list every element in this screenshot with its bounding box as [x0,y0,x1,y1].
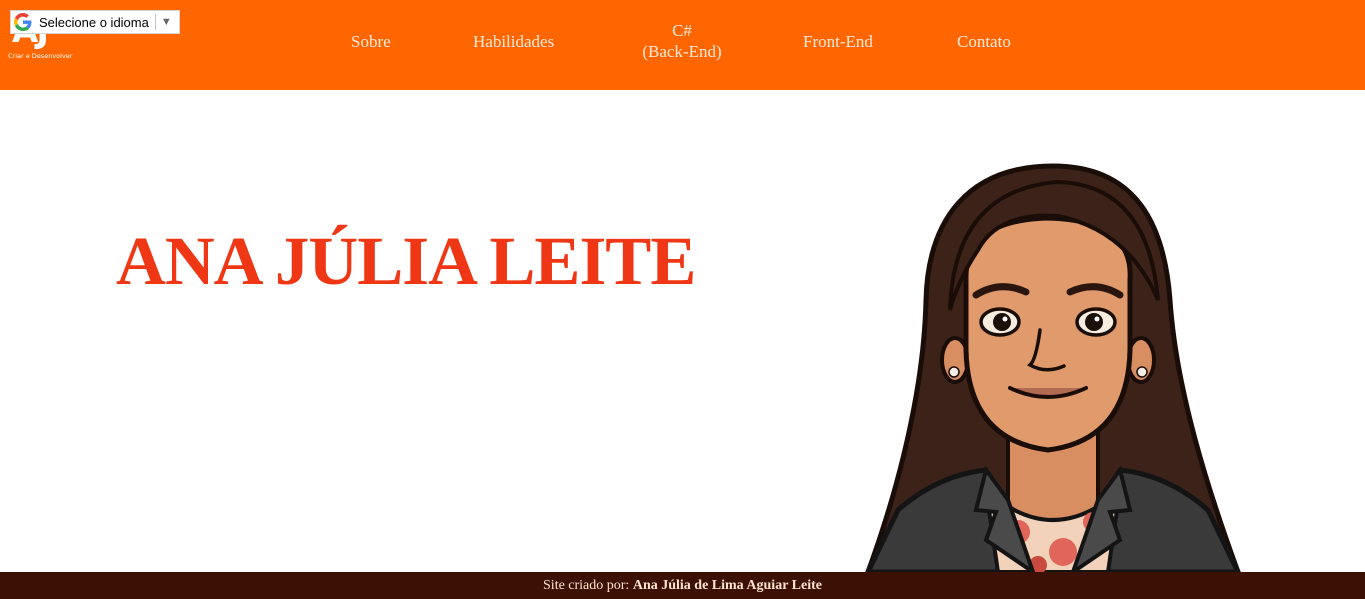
nav-item-label: C# [672,21,692,40]
avatar-illustration [858,160,1248,578]
nav-item-label: Sobre [351,32,391,51]
site-header: AJ Criar e Desenvolver Sobre Habilidades… [0,0,1365,90]
footer-author: Ana Júlia de Lima Aguiar Leite [632,578,822,593]
footer-prefix: Site criado por: [543,578,633,593]
nav-item-front-end[interactable]: Front-End [803,31,873,52]
nav-item-habilidades[interactable]: Habilidades [473,31,554,52]
nav-item-label: Contato [957,32,1011,51]
divider [154,14,156,30]
nav-item-label: Front-End [803,32,873,51]
nav-item-sobre[interactable]: Sobre [351,31,391,52]
nav-item-contato[interactable]: Contato [957,31,1011,52]
nav-item-label: Habilidades [473,32,555,51]
nav-item-csharp-backend[interactable]: C# (Back-End) [639,20,725,62]
hero-title: ANA JÚLIA LEITE [116,223,696,299]
main-nav: Sobre Habilidades C# (Back-End) Front-En… [0,0,1365,90]
site-footer: Site criado por: Ana Júlia de Lima Aguia… [0,572,1365,599]
language-select[interactable]: Selecione o idioma ▼ [10,10,180,34]
language-select-label: Selecione o idioma [39,14,149,30]
dropdown-arrow-icon: ▼ [160,16,172,28]
google-g-icon [12,11,34,33]
nav-item-sublabel: (Back-End) [642,42,722,61]
